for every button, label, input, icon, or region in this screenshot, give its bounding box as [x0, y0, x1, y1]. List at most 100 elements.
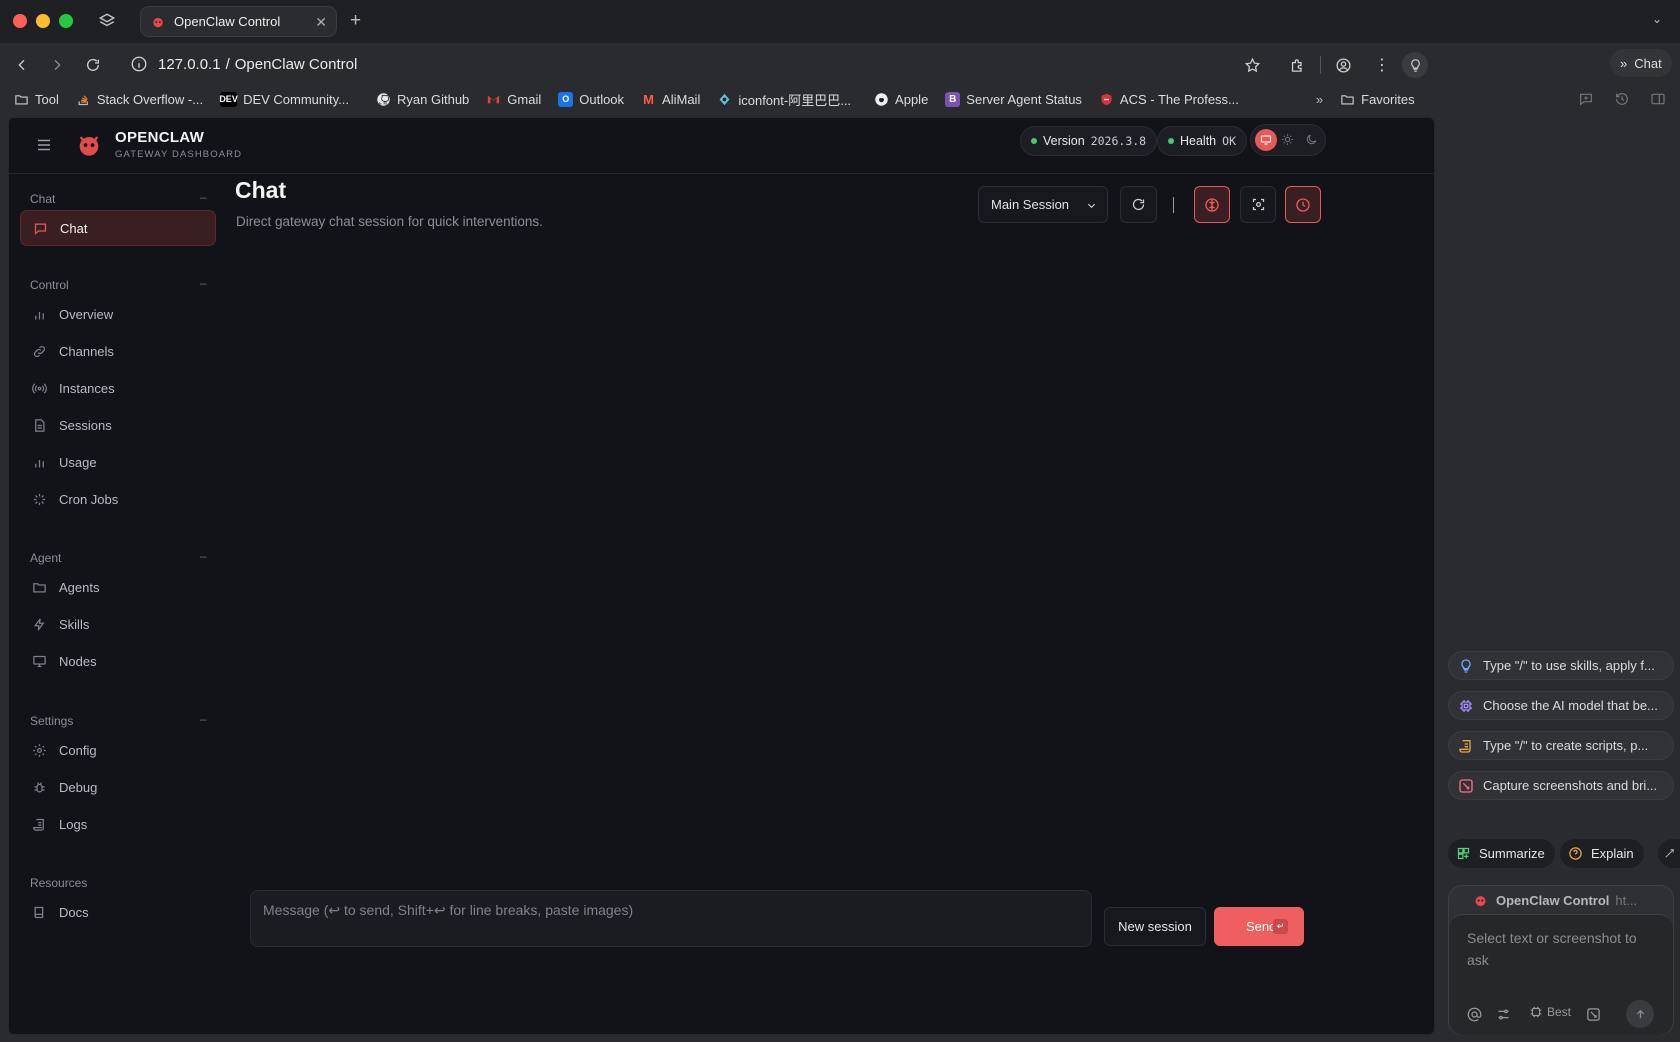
assistant-send-button[interactable] [1626, 1000, 1654, 1028]
history-toggle-button[interactable] [1285, 186, 1321, 223]
back-button[interactable] [10, 53, 34, 77]
mention-icon[interactable] [1467, 1007, 1482, 1022]
sidebar-item-config[interactable]: Config [20, 732, 216, 768]
sidebar-item-chat[interactable]: Chat [20, 210, 216, 246]
bookmark-tool[interactable]: Tool [14, 92, 59, 107]
collapse-section-button[interactable]: – [200, 712, 207, 726]
sidebar-item-label: Debug [59, 779, 98, 795]
bookmark-dev-community[interactable]: DEV DEV Community... [219, 91, 349, 107]
profile-icon[interactable] [1331, 53, 1355, 77]
browser-tab[interactable]: OpenClaw Control ✕ [140, 6, 337, 37]
bookmarks-bar: Tool Stack Overflow -... DEV DEV Communi… [0, 85, 1440, 113]
message-input[interactable]: Message (↩ to send, Shift+↩ for line bre… [250, 890, 1092, 947]
grid-icon [1457, 847, 1470, 860]
bookmark-stack-overflow[interactable]: Stack Overflow -... [76, 92, 203, 107]
collapse-section-button[interactable]: – [200, 549, 207, 563]
sidebar-item-nodes[interactable]: Nodes [20, 643, 216, 679]
sidebar-item-overview[interactable]: Overview [20, 296, 216, 332]
bookmark-server-agent-status[interactable]: B Server Agent Status [945, 91, 1082, 107]
bookmarks-overflow-icon[interactable]: » [1316, 92, 1323, 107]
assistant-lightbulb-icon[interactable] [1402, 52, 1428, 78]
bookmark-star-icon[interactable] [1240, 53, 1264, 77]
summarize-chip[interactable]: Summarize [1448, 839, 1555, 868]
session-select[interactable]: Main Session [978, 186, 1108, 223]
model-selector[interactable]: Best [1529, 1005, 1571, 1019]
outlook-icon: O [558, 91, 574, 107]
sidebar-item-usage[interactable]: Usage [20, 444, 216, 480]
sidebar-item-label: Nodes [59, 653, 97, 669]
sidebar-layout-icon[interactable] [1650, 91, 1666, 107]
send-button[interactable]: Send ↵ [1214, 907, 1304, 946]
side-chat-toggle[interactable]: » Chat [1610, 49, 1672, 77]
sidebar-item-cron-jobs[interactable]: Cron Jobs [20, 481, 216, 517]
focus-mode-button[interactable] [1240, 186, 1276, 223]
bookmark-alimail[interactable]: M AliMail [641, 92, 700, 107]
acs-icon [1099, 92, 1114, 107]
theme-system-button[interactable] [1255, 129, 1277, 151]
bookmark-label: Stack Overflow -... [96, 91, 204, 107]
minimize-window-button[interactable] [36, 14, 50, 28]
close-tab-icon[interactable]: ✕ [315, 14, 327, 31]
bookmark-label: iconfont-阿里巴巴... [738, 92, 852, 108]
sidebar-item-logs[interactable]: Logs [20, 806, 216, 842]
assistant-composer: OpenClaw Control ht... Select text or sc… [1448, 885, 1674, 1035]
url-title: OpenClaw Control [234, 55, 358, 73]
hamburger-menu-icon[interactable] [35, 136, 53, 154]
page-title: Chat [235, 177, 287, 203]
bookmark-outlook[interactable]: O Outlook [558, 91, 624, 107]
folder-icon [1340, 92, 1355, 107]
sidebar-item-instances[interactable]: Instances [20, 370, 216, 406]
more-menu-icon[interactable]: ⋮ [1370, 53, 1394, 77]
new-session-button[interactable]: New session [1104, 907, 1206, 946]
bookmark-favorites[interactable]: Favorites [1340, 92, 1415, 107]
sidebar-item-skills[interactable]: Skills [20, 606, 216, 642]
chip-label: Explain [1591, 846, 1634, 861]
sidebar-section-resources: Resources [30, 876, 88, 890]
reload-button[interactable] [81, 53, 105, 77]
suggestion-skills[interactable]: Type "/" to use skills, apply f... [1448, 651, 1674, 680]
close-window-button[interactable] [13, 14, 27, 28]
history-icon[interactable] [1614, 91, 1630, 107]
layers-icon[interactable] [98, 12, 116, 30]
status-dot [1031, 138, 1037, 144]
assistant-input-placeholder: Select text or screenshot to ask [1467, 930, 1637, 968]
suggestion-text: Type "/" to use skills, apply f... [1483, 658, 1655, 673]
bookmark-acs[interactable]: ACS - The Profess... [1099, 92, 1239, 107]
forward-button[interactable] [45, 53, 69, 77]
suggestion-screenshot[interactable]: Capture screenshots and bri... [1448, 771, 1674, 800]
screenshot-capture-icon[interactable] [1586, 1007, 1601, 1022]
new-tab-button[interactable]: + [350, 10, 361, 32]
bookmark-gmail[interactable]: Gmail [486, 92, 541, 107]
bookmark-iconfont[interactable]: iconfont-阿里巴巴... [717, 90, 851, 109]
suggestion-scripts[interactable]: Type "/" to create scripts, p... [1448, 731, 1674, 760]
thinking-toggle-button[interactable] [1194, 186, 1230, 223]
refresh-button[interactable] [1120, 186, 1157, 223]
sidebar-item-agents[interactable]: Agents [20, 569, 216, 605]
sidebar-item-channels[interactable]: Channels [20, 333, 216, 369]
openclaw-logo-icon [75, 130, 103, 158]
assistant-input-box[interactable]: Select text or screenshot to ask Best [1449, 914, 1673, 1035]
site-info-icon[interactable] [130, 55, 148, 73]
suggestion-model[interactable]: Choose the AI model that be... [1448, 691, 1674, 720]
tab-list-chevron-icon[interactable]: ⌄ [1652, 12, 1662, 26]
side-chat-label: Chat [1634, 55, 1662, 71]
bookmark-ryan-github[interactable]: Ryan Github [376, 92, 469, 107]
address-bar[interactable]: 127.0.0.1 / OpenClaw Control [126, 47, 1416, 81]
more-chips-icon[interactable] [1658, 839, 1680, 868]
extensions-puzzle-icon[interactable] [1285, 53, 1309, 77]
bookmark-apple[interactable]: Apple [874, 92, 928, 107]
chevron-down-icon [1087, 203, 1096, 209]
explain-chip[interactable]: Explain [1560, 839, 1644, 868]
context-page-chip[interactable]: OpenClaw Control ht... [1449, 886, 1673, 914]
theme-dark-button[interactable] [1305, 133, 1318, 146]
maximize-window-button[interactable] [59, 14, 73, 28]
new-chat-icon[interactable] [1578, 91, 1594, 107]
settings-sliders-icon[interactable] [1496, 1007, 1511, 1022]
sidebar-section-agent: Agent [30, 551, 62, 565]
sidebar-item-debug[interactable]: Debug [20, 769, 216, 805]
sidebar-item-sessions[interactable]: Sessions [20, 407, 216, 443]
collapse-section-button[interactable]: – [200, 190, 207, 204]
sidebar-item-docs[interactable]: Docs [20, 894, 216, 930]
theme-light-button[interactable] [1281, 133, 1294, 146]
collapse-section-button[interactable]: – [200, 276, 207, 290]
